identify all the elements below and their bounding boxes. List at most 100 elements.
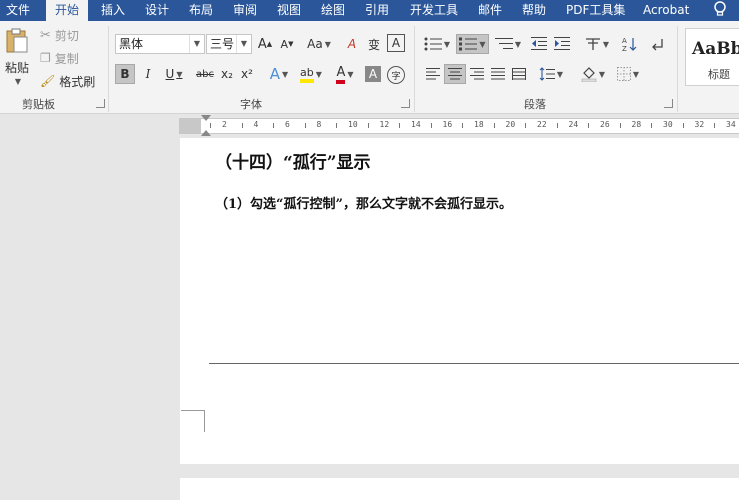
tab-acrobat[interactable]: Acrobat <box>643 0 689 21</box>
char-border-button[interactable]: A <box>387 34 405 52</box>
tab-layout[interactable]: 布局 <box>189 0 213 21</box>
ruler-tick <box>430 123 432 128</box>
copy-label: 复制 <box>54 51 79 66</box>
ruler-number: 12 <box>379 120 390 129</box>
shading-button[interactable]: ▼ <box>578 64 608 84</box>
char-shading-button[interactable]: A <box>365 66 381 82</box>
font-family-select[interactable]: 黑体 ▼ <box>115 34 205 54</box>
document-page[interactable] <box>180 138 739 464</box>
tab-file[interactable]: 文件 <box>6 0 30 21</box>
font-size-select[interactable]: 三号 ▼ <box>206 34 252 54</box>
phonetic-icon: 变 <box>367 37 380 52</box>
group-divider <box>677 26 678 112</box>
font-color-button[interactable]: A ▼ <box>331 64 359 84</box>
ruler-tick <box>273 123 274 128</box>
paintbrush-icon: 🖌 <box>40 74 56 88</box>
highlight-button[interactable]: ab ▼ <box>297 64 325 84</box>
ruler-tick <box>651 123 652 128</box>
style-name: 标题 <box>708 68 730 81</box>
style-heading[interactable]: AaBb 标题 <box>685 28 739 86</box>
tab-mailings[interactable]: 邮件 <box>478 0 502 21</box>
highlighter-icon: ab <box>300 66 314 83</box>
align-center-button[interactable] <box>444 64 466 84</box>
bullets-button[interactable]: ▼ <box>422 34 452 54</box>
paragraph-launcher-icon[interactable] <box>664 99 673 108</box>
chevron-down-icon: ▼ <box>189 35 204 53</box>
tab-view[interactable]: 视图 <box>277 0 301 21</box>
enclose-char-icon: 字 <box>391 71 401 82</box>
italic-icon: I <box>145 67 151 81</box>
strikethrough-button[interactable]: abc <box>193 64 217 84</box>
clipboard-icon[interactable] <box>3 27 31 55</box>
ruler-tick <box>682 123 684 128</box>
ruler-tick <box>619 123 621 128</box>
multilevel-list-button[interactable]: ▼ <box>493 34 523 54</box>
numbering-button[interactable]: ▼ <box>456 34 489 54</box>
tab-pdf-tools[interactable]: PDF工具集 <box>566 0 625 21</box>
change-case-button[interactable]: Aa ▼ <box>304 34 334 54</box>
tab-developer[interactable]: 开发工具 <box>410 0 458 21</box>
format-painter-button[interactable]: 🖌 格式刷 <box>40 73 95 89</box>
paint-bucket-icon <box>581 67 597 82</box>
ruler-number: 22 <box>537 120 547 129</box>
svg-text:A: A <box>622 37 627 45</box>
enclose-char-button[interactable]: 字 <box>387 66 405 84</box>
ruler-tick <box>556 123 558 128</box>
tab-help[interactable]: 帮助 <box>522 0 546 21</box>
multilevel-list-icon <box>494 38 513 49</box>
next-page[interactable] <box>180 478 739 500</box>
clipboard-launcher-icon[interactable] <box>96 99 105 108</box>
font-group-label: 字体 <box>240 98 262 111</box>
decrease-indent-icon <box>531 37 547 50</box>
ruler-number: 4 <box>253 120 259 129</box>
superscript-button[interactable]: x² <box>238 64 256 84</box>
style-preview-text: AaBb <box>692 39 739 59</box>
ruler-number: 6 <box>285 120 290 129</box>
tab-draw[interactable]: 绘图 <box>321 0 345 21</box>
line-spacing-button[interactable]: ▼ <box>537 64 565 84</box>
chevron-down-icon[interactable]: ▼ <box>12 76 22 86</box>
clear-format-button[interactable]: A <box>342 34 362 54</box>
tab-design[interactable]: 设计 <box>145 0 169 21</box>
first-line-indent-marker[interactable] <box>201 115 211 121</box>
cut-button[interactable]: ✂ 剪切 <box>40 27 79 43</box>
underline-button[interactable]: U ▼ <box>160 64 188 84</box>
copy-button[interactable]: ❐ 复制 <box>40 50 79 66</box>
menu-bar: 文件 开始 插入 设计 布局 审阅 视图 绘图 引用 开发工具 邮件 帮助 PD… <box>0 0 739 21</box>
paragraph-mark-icon <box>652 39 663 51</box>
grow-font-button[interactable]: A ▲ <box>256 34 274 54</box>
bold-button[interactable]: B <box>115 64 135 84</box>
align-left-button[interactable] <box>424 64 442 84</box>
ruler-number: 26 <box>600 120 610 129</box>
sort-button[interactable]: AZ <box>619 34 639 54</box>
font-launcher-icon[interactable] <box>401 99 410 108</box>
phonetic-guide-button[interactable]: 变 <box>364 34 384 54</box>
tab-review[interactable]: 审阅 <box>233 0 257 21</box>
font-family-value: 黑体 <box>119 37 144 51</box>
distributed-button[interactable] <box>510 64 528 84</box>
bullets-icon <box>424 37 442 51</box>
chinese-layout-button[interactable]: ▼ <box>583 34 611 54</box>
char-shading-icon: A <box>368 67 378 81</box>
align-right-button[interactable] <box>468 64 486 84</box>
ruler-number: 20 <box>505 120 516 129</box>
paragraph-group-label: 段落 <box>524 98 546 111</box>
decrease-indent-button[interactable] <box>529 34 549 54</box>
italic-button[interactable]: I <box>139 64 157 84</box>
show-marks-button[interactable] <box>647 34 667 54</box>
increase-indent-button[interactable] <box>552 34 572 54</box>
lightbulb-icon[interactable] <box>713 0 727 21</box>
tab-home[interactable]: 开始 <box>46 0 88 21</box>
text-effects-button[interactable]: A ▼ <box>266 64 292 84</box>
tab-references[interactable]: 引用 <box>365 0 389 21</box>
tab-insert[interactable]: 插入 <box>101 0 125 21</box>
justify-button[interactable] <box>489 64 507 84</box>
ruler-tick <box>367 123 369 128</box>
increase-indent-icon <box>554 37 570 50</box>
paste-button[interactable]: 粘贴 <box>3 59 31 75</box>
horizontal-ruler[interactable]: 2 4 6 8 10 12 14 16 18 20 22 24 26 28 30 32 34 <box>179 118 739 134</box>
shrink-font-button[interactable]: A ▼ <box>278 34 296 54</box>
subscript-button[interactable]: x₂ <box>218 64 236 84</box>
borders-button[interactable]: ▼ <box>614 64 642 84</box>
hanging-indent-marker[interactable] <box>201 130 211 136</box>
